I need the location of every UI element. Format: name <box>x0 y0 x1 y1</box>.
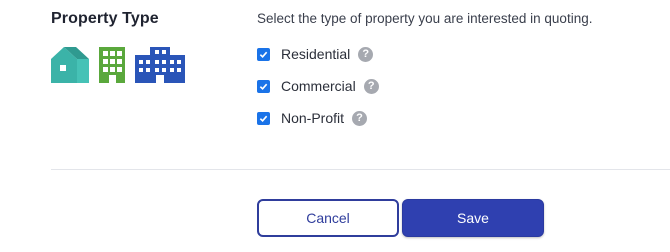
save-button[interactable]: Save <box>402 199 544 237</box>
office-building-icon <box>99 47 125 83</box>
residential-checkbox[interactable] <box>257 47 270 61</box>
check-icon <box>259 115 268 122</box>
residential-label[interactable]: Residential <box>281 46 350 62</box>
house-icon <box>51 47 89 83</box>
campus-building-icon <box>135 47 185 83</box>
check-icon <box>259 83 268 90</box>
cancel-button[interactable]: Cancel <box>257 199 399 237</box>
property-type-options: Residential ? Commercial ? Non-Profit ? <box>257 38 379 134</box>
question-mark-icon[interactable]: ? <box>352 110 368 126</box>
option-residential: Residential ? <box>257 38 379 70</box>
section-title: Property Type <box>51 10 159 27</box>
non-profit-label[interactable]: Non-Profit <box>281 110 344 126</box>
commercial-checkbox[interactable] <box>257 79 270 93</box>
question-mark-icon[interactable]: ? <box>363 78 379 94</box>
commercial-label[interactable]: Commercial <box>281 78 356 94</box>
instructions-text: Select the type of property you are inte… <box>257 11 593 26</box>
question-mark-icon[interactable]: ? <box>358 46 374 62</box>
property-type-icons <box>51 45 185 83</box>
option-non-profit: Non-Profit ? <box>257 102 379 134</box>
option-commercial: Commercial ? <box>257 70 379 102</box>
section-divider <box>51 169 670 170</box>
check-icon <box>259 51 268 58</box>
non-profit-checkbox[interactable] <box>257 111 270 125</box>
